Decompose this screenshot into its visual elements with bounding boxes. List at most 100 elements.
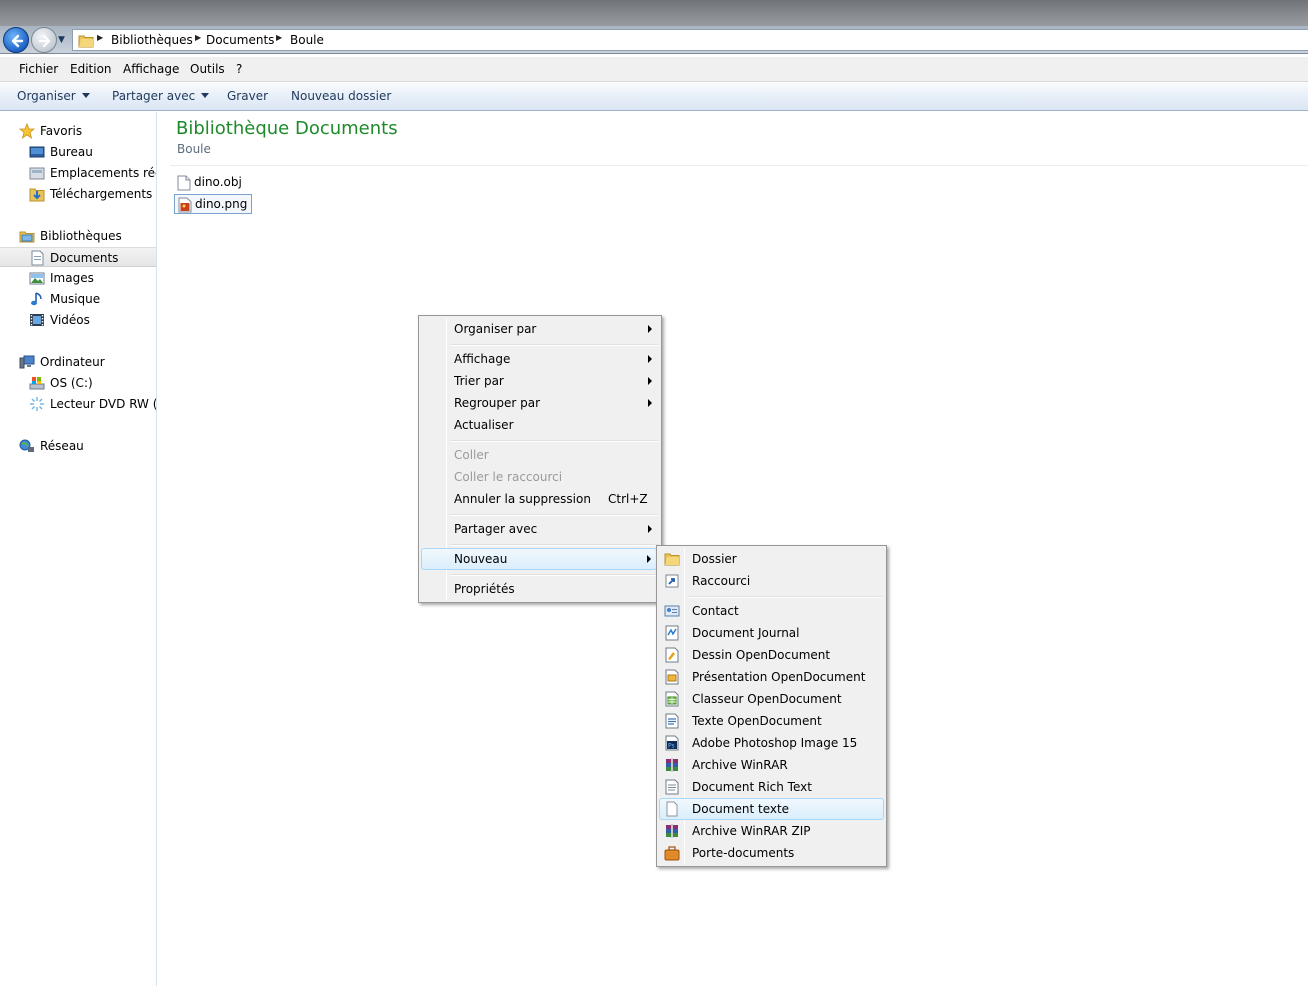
menu-file[interactable]: Fichier: [19, 62, 58, 76]
nav-documents[interactable]: Documents: [0, 247, 156, 267]
menu-separator: [450, 544, 658, 546]
submenu-arrow-icon: [648, 525, 652, 533]
new-item-contact[interactable]: Contact: [659, 600, 884, 622]
menu-item-properties[interactable]: Propriétés: [421, 578, 659, 600]
breadcrumb-documents[interactable]: Documents: [206, 33, 274, 47]
menu-bar: Fichier Edition Affichage Outils ?: [0, 55, 1308, 82]
nav-images[interactable]: Images: [0, 268, 156, 288]
nav-libraries[interactable]: Bibliothèques: [0, 226, 156, 246]
new-item-shortcut[interactable]: Raccourci: [659, 570, 884, 592]
opendocument-text-icon: [665, 713, 679, 729]
breadcrumb-separator-icon[interactable]: ▶: [195, 33, 201, 42]
opendocument-presentation-icon: [665, 669, 679, 685]
menu-item-label: Raccourci: [692, 574, 751, 588]
menu-item-view[interactable]: Affichage: [421, 348, 659, 370]
new-item-winrar-zip[interactable]: Archive WinRAR ZIP: [659, 820, 884, 842]
menu-item-label: Partager avec: [454, 522, 538, 536]
nav-videos-label: Vidéos: [50, 313, 90, 327]
contact-icon: [664, 605, 680, 617]
new-item-od-spreadsheet[interactable]: Classeur OpenDocument: [659, 688, 884, 710]
nav-downloads-label: Téléchargements: [50, 187, 153, 201]
menu-item-label: Texte OpenDocument: [692, 714, 822, 728]
nav-network-label: Réseau: [40, 439, 84, 453]
nav-desktop[interactable]: Bureau: [0, 142, 156, 162]
command-bar: Organiser Partager avec Graver Nouveau d…: [0, 82, 1308, 111]
new-item-od-text[interactable]: Texte OpenDocument: [659, 710, 884, 732]
new-item-od-presentation[interactable]: Présentation OpenDocument: [659, 666, 884, 688]
nav-drive-c[interactable]: OS (C:): [0, 373, 156, 393]
nav-favorites[interactable]: Favoris: [0, 121, 156, 141]
address-bar: ▼ ▶ Bibliothèques ▶ Documents ▶ Boule: [0, 26, 1308, 54]
nav-network[interactable]: Réseau: [0, 436, 156, 456]
opendocument-spreadsheet-icon: [665, 691, 679, 707]
file-item-dino-png[interactable]: dino.png: [174, 194, 253, 214]
menu-item-share-with[interactable]: Partager avec: [421, 518, 659, 540]
nav-recent-places[interactable]: Emplacements récents: [0, 163, 156, 183]
nav-downloads[interactable]: Téléchargements: [0, 184, 156, 204]
nav-drive-c-label: OS (C:): [50, 376, 93, 390]
back-button[interactable]: [3, 27, 29, 53]
submenu-arrow-icon: [648, 355, 652, 363]
menu-help[interactable]: ?: [236, 62, 242, 76]
breadcrumb-libraries[interactable]: Bibliothèques: [111, 33, 193, 47]
new-item-rtf[interactable]: Document Rich Text: [659, 776, 884, 798]
back-arrow-icon: [11, 34, 24, 48]
menu-item-label: Annuler la suppression: [454, 492, 591, 506]
recent-places-icon: [29, 167, 45, 180]
new-item-od-draw[interactable]: Dessin OpenDocument: [659, 644, 884, 666]
menu-item-organize-by[interactable]: Organiser par: [421, 318, 659, 340]
breadcrumb-separator-icon[interactable]: ▶: [97, 33, 103, 42]
menu-item-new[interactable]: Nouveau: [421, 548, 657, 570]
menu-item-label: Coller le raccourci: [454, 470, 563, 484]
share-with-button[interactable]: Partager avec: [112, 89, 210, 103]
menu-tools[interactable]: Outils: [190, 62, 225, 76]
documents-icon: [31, 250, 44, 266]
menu-item-label: Propriétés: [454, 582, 515, 596]
forward-button[interactable]: [31, 27, 57, 53]
menu-item-label: Classeur OpenDocument: [692, 692, 842, 706]
organize-button[interactable]: Organiser: [17, 89, 90, 103]
submenu-arrow-icon: [648, 399, 652, 407]
burn-button[interactable]: Graver: [227, 89, 268, 103]
new-item-text-document[interactable]: Document texte: [659, 798, 884, 820]
breadcrumb-separator-icon[interactable]: ▶: [276, 33, 282, 42]
menu-item-label: Regrouper par: [454, 396, 541, 410]
menu-item-sort-by[interactable]: Trier par: [421, 370, 659, 392]
nav-computer[interactable]: Ordinateur: [0, 352, 156, 372]
menu-item-label: Affichage: [454, 352, 511, 366]
menu-item-paste[interactable]: Coller: [421, 444, 659, 466]
menu-item-label: Trier par: [454, 374, 504, 388]
menu-item-paste-shortcut[interactable]: Coller le raccourci: [421, 466, 659, 488]
new-item-journal[interactable]: Document Journal: [659, 622, 884, 644]
chevron-down-icon: [201, 93, 210, 98]
new-item-briefcase[interactable]: Porte-documents: [659, 842, 884, 864]
menu-item-group-by[interactable]: Regrouper par: [421, 392, 659, 414]
svg-text:Ps: Ps: [668, 743, 675, 750]
new-item-folder[interactable]: Dossier: [659, 548, 884, 570]
menu-item-label: Dossier: [692, 552, 737, 566]
window-title-bar: [0, 0, 1308, 28]
content-header-divider: [170, 165, 1308, 166]
new-item-photoshop[interactable]: Ps Adobe Photoshop Image 15: [659, 732, 884, 754]
breadcrumb-boule[interactable]: Boule: [290, 33, 324, 47]
nav-favorites-label: Favoris: [40, 124, 83, 138]
menu-item-undo-delete[interactable]: Annuler la suppression Ctrl+Z: [421, 488, 659, 510]
nav-dvd-drive[interactable]: Lecteur DVD RW (E:): [0, 394, 156, 414]
background-window-ghost: [46, 8, 50, 19]
dvd-drive-icon: [30, 397, 44, 411]
nav-computer-label: Ordinateur: [40, 355, 105, 369]
menu-item-refresh[interactable]: Actualiser: [421, 414, 659, 436]
file-name: dino.obj: [194, 175, 242, 189]
folder-icon: [78, 35, 94, 48]
new-item-winrar[interactable]: Archive WinRAR: [659, 754, 884, 776]
breadcrumb[interactable]: ▶ Bibliothèques ▶ Documents ▶ Boule: [72, 29, 1308, 51]
file-item-dino-obj[interactable]: dino.obj: [174, 173, 246, 193]
nav-music[interactable]: Musique: [0, 289, 156, 309]
new-folder-button[interactable]: Nouveau dossier: [291, 89, 391, 103]
menu-view[interactable]: Affichage: [123, 62, 179, 76]
menu-edit[interactable]: Edition: [70, 62, 112, 76]
generic-file-icon: [177, 175, 191, 191]
photoshop-file-icon: Ps: [665, 735, 679, 751]
recent-pages-chevron-icon[interactable]: ▼: [58, 35, 65, 45]
nav-videos[interactable]: Vidéos: [0, 310, 156, 330]
